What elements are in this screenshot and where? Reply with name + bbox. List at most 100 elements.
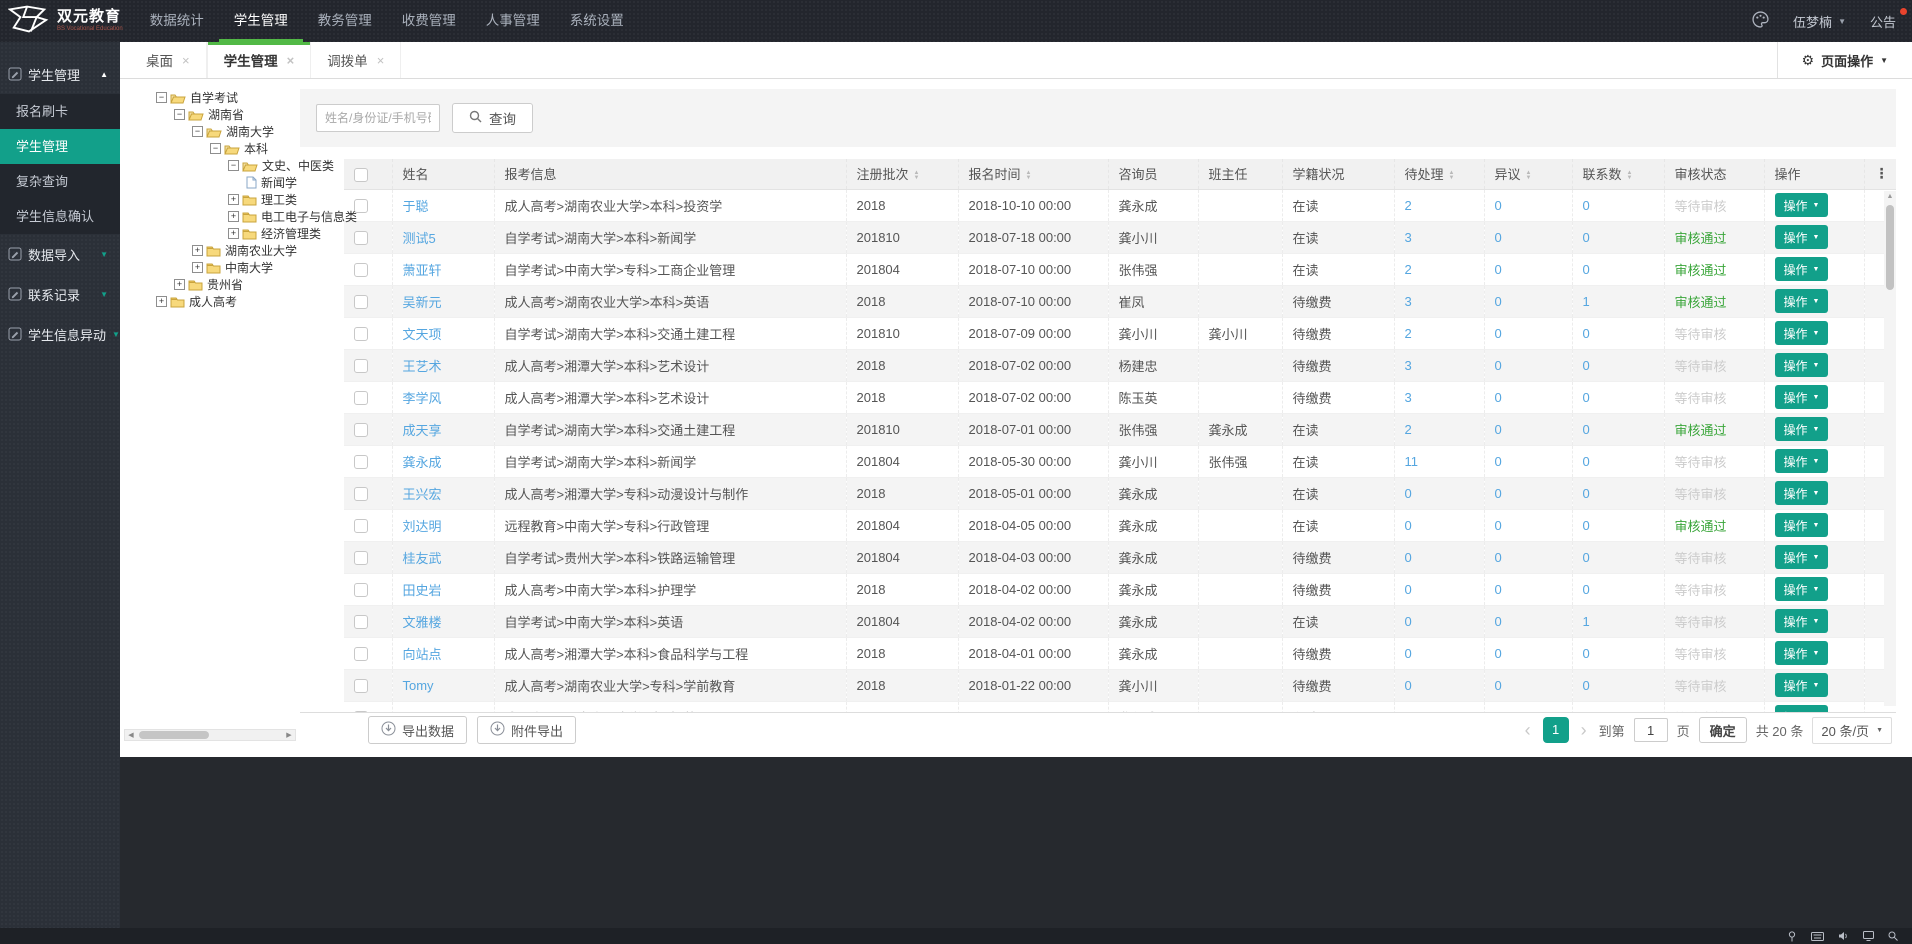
- contact-count-link[interactable]: 1: [1583, 294, 1590, 309]
- student-name-link[interactable]: 萧亚轩: [403, 263, 442, 278]
- collapse-icon[interactable]: −: [174, 109, 185, 120]
- contact-count-link[interactable]: 0: [1583, 358, 1590, 373]
- row-checkbox[interactable]: [354, 231, 368, 245]
- sidebar-item-0-1[interactable]: 学生管理: [0, 129, 120, 164]
- tree-node-8[interactable]: +经济管理类: [120, 225, 300, 242]
- expand-icon[interactable]: +: [228, 228, 239, 239]
- pending-count-link[interactable]: 2: [1405, 198, 1412, 213]
- sidebar-section-1[interactable]: 数据导入▼: [0, 234, 120, 274]
- contact-count-link[interactable]: 0: [1583, 326, 1590, 341]
- column-header-9[interactable]: 联系数▲▼: [1572, 159, 1664, 189]
- row-checkbox[interactable]: [354, 455, 368, 469]
- row-checkbox[interactable]: [354, 487, 368, 501]
- contact-count-link[interactable]: 0: [1583, 198, 1590, 213]
- expand-icon[interactable]: +: [228, 194, 239, 205]
- tree-node-12[interactable]: +成人高考: [120, 293, 300, 310]
- row-checkbox[interactable]: [354, 519, 368, 533]
- contact-count-link[interactable]: 0: [1583, 646, 1590, 661]
- contact-count-link[interactable]: 0: [1583, 262, 1590, 277]
- search-input[interactable]: [316, 104, 440, 132]
- close-icon[interactable]: ×: [182, 53, 190, 68]
- pending-count-link[interactable]: 0: [1405, 614, 1412, 629]
- objection-count-link[interactable]: 0: [1495, 518, 1502, 533]
- contact-count-link[interactable]: 0: [1583, 710, 1590, 713]
- row-checkbox[interactable]: [354, 359, 368, 373]
- pending-count-link[interactable]: 3: [1405, 230, 1412, 245]
- tree-node-9[interactable]: +湖南农业大学: [120, 242, 300, 259]
- export-data-button[interactable]: 导出数据: [368, 716, 467, 744]
- tree-node-10[interactable]: +中南大学: [120, 259, 300, 276]
- student-name-link[interactable]: Tomy: [403, 678, 434, 693]
- sort-icon[interactable]: ▲▼: [1526, 171, 1532, 181]
- action-button[interactable]: 操作▼: [1775, 321, 1829, 345]
- student-name-link[interactable]: 田史岩: [403, 583, 442, 598]
- contact-count-link[interactable]: 0: [1583, 550, 1590, 565]
- student-name-link[interactable]: 王兴宏: [403, 487, 442, 502]
- objection-count-link[interactable]: 0: [1495, 678, 1502, 693]
- table-vertical-scrollbar[interactable]: ▲: [1884, 191, 1896, 706]
- nav-item-1[interactable]: 学生管理: [219, 0, 303, 42]
- row-checkbox[interactable]: [354, 423, 368, 437]
- pending-count-link[interactable]: 3: [1405, 358, 1412, 373]
- row-checkbox[interactable]: [354, 295, 368, 309]
- pending-count-link[interactable]: 3: [1405, 390, 1412, 405]
- sidebar-item-0-2[interactable]: 复杂查询: [0, 164, 120, 199]
- contact-count-link[interactable]: 0: [1583, 422, 1590, 437]
- action-button[interactable]: 操作▼: [1775, 289, 1829, 313]
- select-all-checkbox[interactable]: [354, 168, 368, 182]
- student-name-link[interactable]: 桂友武: [403, 551, 442, 566]
- sort-icon[interactable]: ▲▼: [1627, 171, 1633, 181]
- row-checkbox[interactable]: [354, 583, 368, 597]
- action-button[interactable]: 操作▼: [1775, 385, 1829, 409]
- action-button[interactable]: 操作▼: [1775, 449, 1829, 473]
- objection-count-link[interactable]: 0: [1495, 230, 1502, 245]
- student-name-link[interactable]: 成天享: [403, 423, 442, 438]
- objection-count-link[interactable]: 0: [1495, 710, 1502, 713]
- student-name-link[interactable]: Billy: [403, 710, 427, 713]
- pending-count-link[interactable]: 11: [1405, 454, 1419, 469]
- column-header-7[interactable]: 待处理▲▼: [1394, 159, 1484, 189]
- pending-count-link[interactable]: 0: [1405, 518, 1412, 533]
- collapse-icon[interactable]: −: [192, 126, 203, 137]
- row-checkbox[interactable]: [354, 615, 368, 629]
- sidebar-section-2[interactable]: 联系记录▼: [0, 274, 120, 314]
- contact-count-link[interactable]: 0: [1583, 582, 1590, 597]
- row-checkbox[interactable]: [354, 647, 368, 661]
- nav-item-4[interactable]: 人事管理: [471, 0, 555, 42]
- action-button[interactable]: 操作▼: [1775, 257, 1829, 281]
- student-name-link[interactable]: 测试5: [403, 231, 436, 246]
- tree-node-1[interactable]: −湖南省: [120, 106, 300, 123]
- action-button[interactable]: 操作▼: [1775, 577, 1829, 601]
- tree-node-3[interactable]: −本科: [120, 140, 300, 157]
- pending-count-link[interactable]: 2: [1405, 422, 1412, 437]
- expand-icon[interactable]: +: [192, 245, 203, 256]
- keyboard-icon[interactable]: [1811, 932, 1824, 941]
- tree-horizontal-scrollbar[interactable]: ◀ ▶: [124, 729, 296, 741]
- objection-count-link[interactable]: 0: [1495, 454, 1502, 469]
- pending-count-link[interactable]: 0: [1405, 646, 1412, 661]
- user-menu[interactable]: 伍梦楠 ▼: [1793, 12, 1846, 31]
- action-button[interactable]: 操作▼: [1775, 673, 1829, 697]
- pending-count-link[interactable]: 0: [1405, 550, 1412, 565]
- pending-count-link[interactable]: 0: [1405, 582, 1412, 597]
- search-icon[interactable]: [1888, 931, 1898, 941]
- row-checkbox[interactable]: [354, 711, 368, 712]
- action-button[interactable]: 操作▼: [1775, 353, 1829, 377]
- goto-page-input[interactable]: [1634, 718, 1668, 742]
- action-button[interactable]: 操作▼: [1775, 481, 1829, 505]
- close-icon[interactable]: ×: [287, 53, 295, 68]
- column-header-2[interactable]: 注册批次▲▼: [846, 159, 958, 189]
- contact-count-link[interactable]: 0: [1583, 390, 1590, 405]
- contact-count-link[interactable]: 0: [1583, 678, 1590, 693]
- objection-count-link[interactable]: 0: [1495, 198, 1502, 213]
- tree-node-11[interactable]: +贵州省: [120, 276, 300, 293]
- tree-node-5[interactable]: 新闻学: [120, 174, 300, 191]
- student-name-link[interactable]: 王艺术: [403, 359, 442, 374]
- action-button[interactable]: 操作▼: [1775, 193, 1829, 217]
- objection-count-link[interactable]: 0: [1495, 614, 1502, 629]
- tree-node-4[interactable]: −文史、中医类: [120, 157, 300, 174]
- scroll-right-icon[interactable]: ▶: [283, 731, 295, 739]
- notice-link[interactable]: 公告: [1870, 12, 1902, 31]
- row-checkbox[interactable]: [354, 679, 368, 693]
- action-button[interactable]: 操作▼: [1775, 545, 1829, 569]
